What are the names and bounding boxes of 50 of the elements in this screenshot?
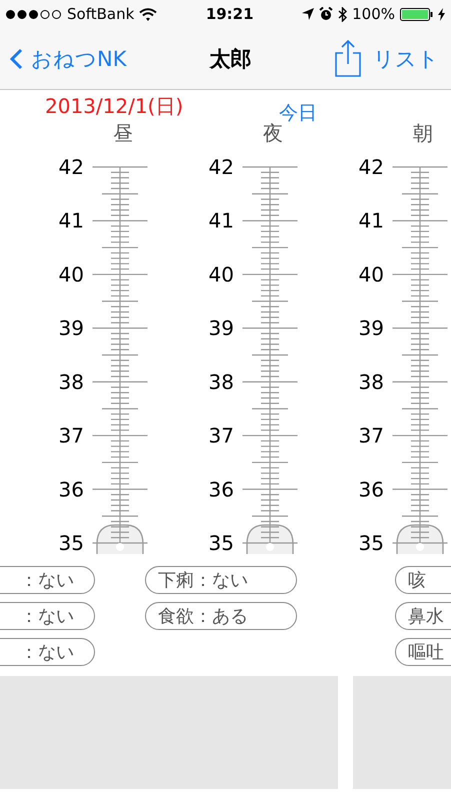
- battery-percent: 100%: [352, 5, 395, 23]
- symptom-toggle[interactable]: ：ない: [0, 566, 95, 594]
- scale-label: 41: [358, 208, 384, 233]
- date-label: 2013/12/1(日): [45, 93, 184, 120]
- scale-label: 38: [58, 370, 84, 394]
- scale-label: 38: [208, 370, 234, 394]
- signal-icon: [6, 10, 62, 18]
- scale-label: 41: [208, 208, 234, 233]
- carrier-name: SoftBank: [67, 5, 134, 23]
- wifi-icon: [139, 8, 158, 20]
- status-time: 19:21: [204, 5, 255, 23]
- symptom-toggle[interactable]: 食欲：ある: [145, 602, 297, 630]
- bluetooth-icon: [338, 6, 348, 22]
- charging-bolt-icon: [438, 8, 445, 20]
- scale-label: 41: [58, 208, 84, 233]
- symptom-toggle[interactable]: 嘔吐: [395, 638, 451, 666]
- scale-label: 35: [358, 531, 384, 554]
- scale-label: 39: [208, 316, 234, 340]
- scale-label: 39: [358, 316, 384, 340]
- scale-label: 37: [208, 424, 234, 448]
- scale-label: 40: [208, 262, 234, 286]
- scale-label: 39: [58, 316, 84, 340]
- chevron-left-icon: [10, 48, 23, 70]
- symptom-toggle[interactable]: 鼻水: [395, 602, 451, 630]
- scale-label: 42: [58, 155, 84, 179]
- list-button[interactable]: リスト: [335, 40, 439, 77]
- symptom-toggle[interactable]: ：ない: [0, 602, 95, 630]
- nav-title: 太郎: [208, 46, 253, 72]
- location-arrow-icon: [302, 8, 314, 20]
- back-button[interactable]: おねつNK: [10, 44, 126, 72]
- scale-label: 37: [358, 424, 384, 448]
- symptom-toggle[interactable]: 咳: [395, 566, 451, 594]
- share-icon: [335, 40, 361, 77]
- scale-label: 36: [358, 477, 384, 502]
- symptom-toggle[interactable]: ：ない: [0, 638, 95, 666]
- battery-icon: [400, 8, 433, 20]
- time-of-day-label: 朝: [413, 120, 433, 147]
- scale-label: 35: [208, 531, 234, 554]
- scale-label: 40: [58, 262, 84, 286]
- scale-label: 38: [358, 370, 384, 394]
- scale-label: 35: [58, 531, 84, 554]
- scale-label: 37: [58, 424, 84, 448]
- alarm-clock-icon: [319, 7, 334, 21]
- scale-label: 40: [358, 262, 384, 286]
- scale-label: 36: [208, 477, 234, 502]
- symptom-toggle[interactable]: 下痢：ない: [145, 566, 297, 594]
- scale-label: 42: [208, 155, 234, 179]
- time-of-day-label: 昼: [113, 120, 133, 147]
- scale-label: 36: [58, 477, 84, 502]
- scale-label: 42: [358, 155, 384, 179]
